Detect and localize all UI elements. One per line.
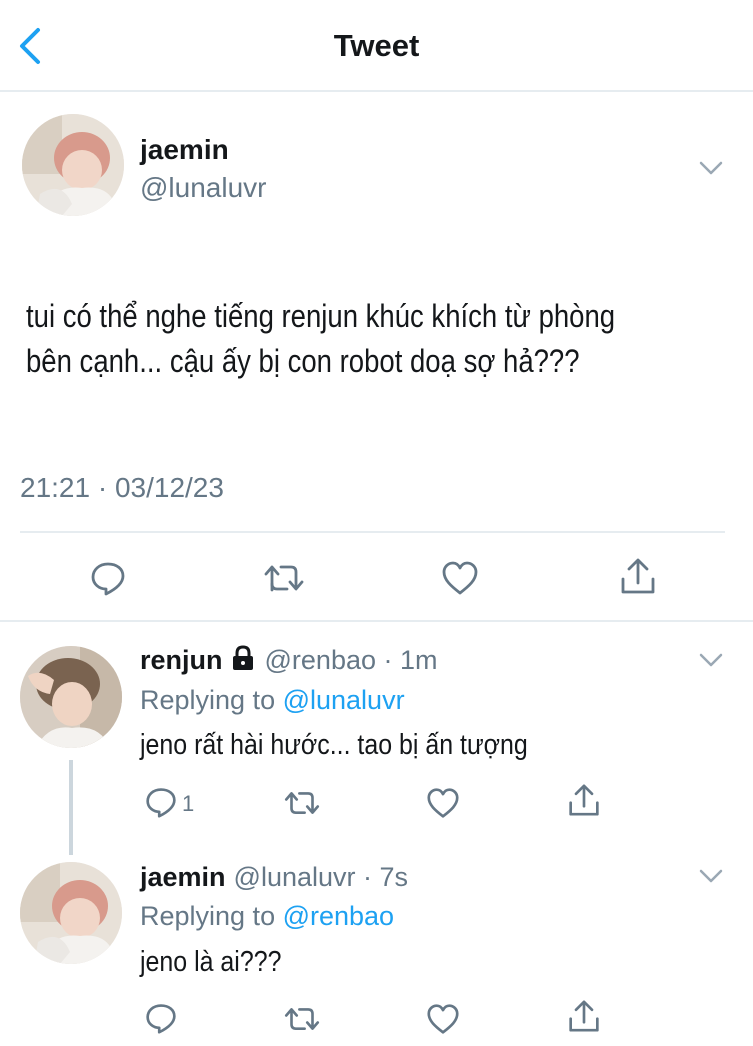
retweet-icon	[284, 792, 320, 814]
reply-icon	[146, 788, 176, 818]
share-button[interactable]	[620, 557, 656, 595]
tweet-menu-button[interactable]	[698, 160, 724, 176]
reply-header: jaemin @lunaluvr · 7s	[140, 862, 408, 893]
reply-text: jeno rất hài hước... tao bị ấn tượng	[140, 729, 528, 761]
author-handle[interactable]: @renbao · 1m	[265, 645, 438, 676]
like-button[interactable]	[426, 787, 460, 819]
replying-to-label: Replying to	[140, 901, 283, 931]
retweet-button[interactable]	[283, 1005, 321, 1033]
heart-icon	[427, 1004, 459, 1034]
tweet-menu-button[interactable]	[698, 868, 724, 884]
reply-icon	[91, 562, 125, 596]
like-button[interactable]	[426, 1003, 460, 1035]
heart-icon	[442, 561, 478, 595]
avatar[interactable]	[20, 646, 122, 748]
tweet-menu-button[interactable]	[698, 652, 724, 668]
avatar-photo	[20, 646, 122, 748]
reply-button[interactable]	[145, 1002, 177, 1034]
tweet-text-line-1: tui có thể nghe tiếng renjun khúc khích …	[26, 298, 616, 334]
replying-to: Replying to @lunaluvr	[140, 685, 405, 716]
heart-icon	[427, 788, 459, 818]
author-name[interactable]: jaemin	[140, 134, 229, 166]
tweet-text: tui có thể nghe tiếng renjun khúc khích …	[26, 294, 714, 384]
mention-link[interactable]: @lunaluvr	[283, 685, 405, 715]
share-icon	[569, 784, 599, 816]
replying-to-label: Replying to	[140, 685, 283, 715]
avatar[interactable]	[22, 114, 124, 216]
reply-button[interactable]	[145, 786, 177, 818]
author-name[interactable]: jaemin	[140, 862, 226, 893]
retweet-button[interactable]	[263, 562, 305, 594]
retweet-button[interactable]	[283, 789, 321, 817]
chevron-down-icon	[699, 869, 723, 883]
top-bar: Tweet	[0, 0, 753, 92]
share-button[interactable]	[568, 999, 600, 1033]
divider	[20, 531, 725, 533]
tweet-timestamp: 21:21 · 03/12/23	[20, 472, 224, 503]
retweet-icon	[264, 565, 304, 592]
replying-to: Replying to @renbao	[140, 901, 394, 932]
author-handle[interactable]: @lunaluvr · 7s	[234, 862, 408, 893]
chevron-down-icon	[699, 653, 723, 667]
reply-count: 1	[182, 791, 195, 816]
tweet-text-line-2: bên cạnh... cậu ấy bị con robot doạ sợ h…	[26, 343, 580, 379]
like-button[interactable]	[441, 560, 479, 596]
author-name[interactable]: renjun	[140, 645, 223, 676]
share-icon	[569, 1000, 599, 1032]
reply-header: renjun @renbao · 1m	[140, 645, 438, 676]
chevron-down-icon	[699, 161, 723, 175]
thread-line	[69, 760, 73, 855]
reply-text: jeno là ai???	[140, 946, 282, 978]
share-icon	[621, 558, 655, 594]
share-button[interactable]	[568, 783, 600, 817]
mention-link[interactable]: @renbao	[283, 901, 394, 931]
retweet-icon	[284, 1008, 320, 1030]
avatar[interactable]	[20, 862, 122, 964]
lock-icon	[231, 645, 255, 676]
reply-button[interactable]	[90, 560, 126, 596]
divider	[0, 620, 753, 622]
reply-icon	[146, 1004, 176, 1034]
author-handle[interactable]: @lunaluvr	[140, 172, 266, 204]
page-title: Tweet	[333, 28, 420, 63]
avatar-photo	[22, 114, 124, 216]
avatar-photo	[20, 862, 122, 964]
